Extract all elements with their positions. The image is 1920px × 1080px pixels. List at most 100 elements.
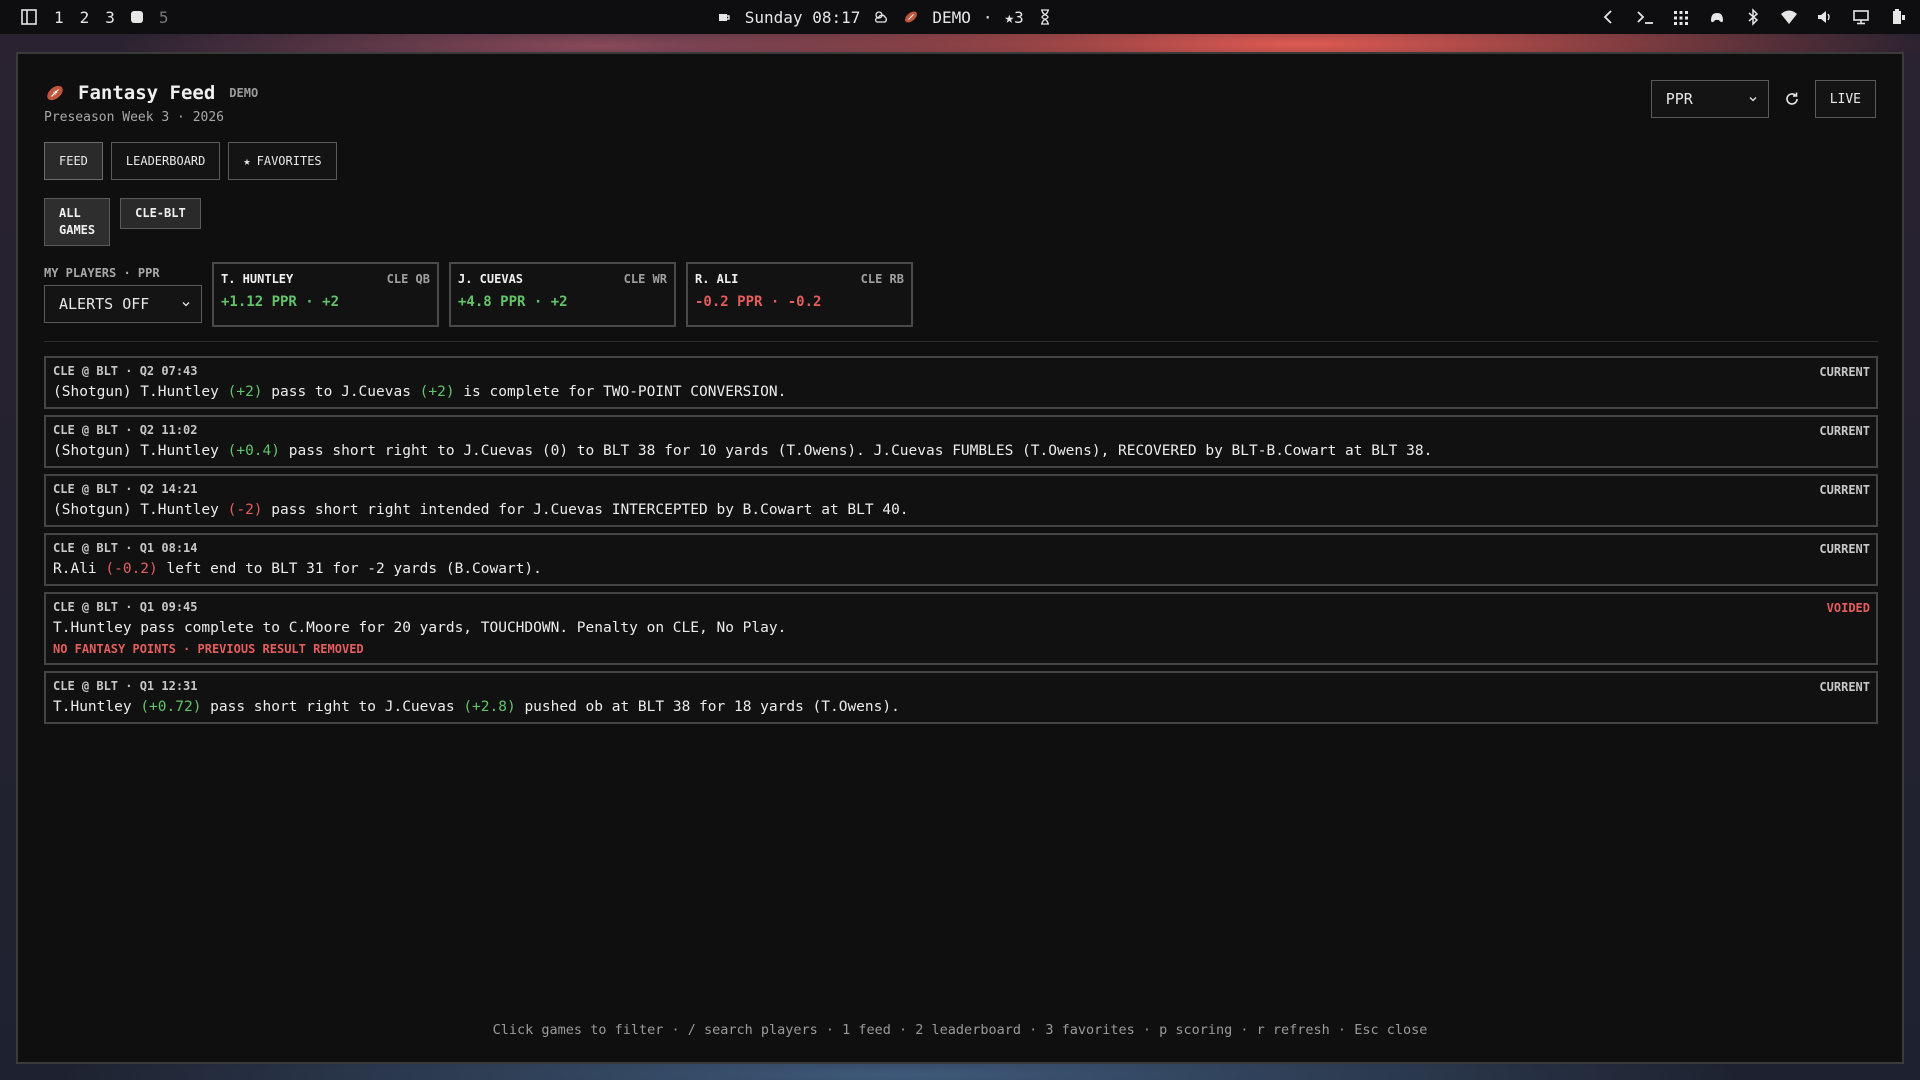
chevron-down-icon <box>182 302 190 307</box>
system-top-bar: 1 2 3 5 Sunday 08:17 DEMO · ★3 <box>0 0 1920 34</box>
live-button[interactable]: LIVE <box>1814 80 1876 118</box>
play-text-segment: pass short right intended for J.Cuevas I… <box>262 502 909 518</box>
keyboard-hints: Click games to filter · / search players… <box>492 1022 1428 1038</box>
my-players-label: MY PLAYERS · PPR <box>44 266 160 280</box>
play-card[interactable]: CLE @ BLT · Q2 11:02 CURRENT (Shotgun) T.H… <box>44 415 1878 468</box>
clock[interactable]: Sunday 08:17 <box>745 8 861 27</box>
play-description: R.Ali (-0.2) left end to BLT 31 for -2 y… <box>53 561 1869 577</box>
battery-icon[interactable] <box>1888 8 1906 26</box>
player-points: -0.2 PPR · -0.2 <box>695 294 822 310</box>
tab-leaderboard[interactable]: LEADERBOARD <box>110 142 221 180</box>
app-status-text[interactable]: DEMO <box>932 8 971 27</box>
alerts-select-value: ALERTS OFF <box>59 295 150 313</box>
divider <box>44 341 1878 342</box>
volume-icon[interactable] <box>1816 8 1834 26</box>
play-text-segment: T.Huntley <box>53 699 141 715</box>
terminal-icon[interactable] <box>1636 8 1654 26</box>
workspace-active-indicator[interactable] <box>130 11 143 23</box>
player-card-cuevas[interactable]: J. CUEVAS CLE WR +4.8 PPR · +2 <box>449 262 676 327</box>
game-filters: ALL GAMES CLE-BLT <box>44 198 201 246</box>
play-card[interactable]: CLE @ BLT · Q2 14:21 CURRENT (Shotgun) T.H… <box>44 474 1878 527</box>
refresh-icon[interactable] <box>1783 90 1801 108</box>
filter-all-games[interactable]: ALL GAMES <box>44 198 111 246</box>
chevron-left-icon[interactable] <box>1600 8 1618 26</box>
view-tabs: FEED LEADERBOARD ★ FAVORITES <box>44 142 337 180</box>
tab-favorites[interactable]: ★ FAVORITES <box>228 142 337 180</box>
window-layout-icon[interactable] <box>20 8 38 26</box>
play-text-segment: (Shotgun) T.Huntley <box>53 384 228 400</box>
topbar-center: Sunday 08:17 DEMO · ★3 <box>715 8 1054 27</box>
tab-feed-label: FEED <box>59 154 88 168</box>
play-meta: CLE @ BLT · Q2 07:43 <box>53 364 198 378</box>
workspace-5[interactable]: 5 <box>159 8 169 27</box>
play-text-segment: pushed ob at BLT 38 for 18 yards (T.Owen… <box>515 699 900 715</box>
apps-grid-icon[interactable] <box>1672 8 1690 26</box>
play-points-delta: (+0.72) <box>140 699 202 715</box>
player-team-position: CLE WR <box>623 272 667 286</box>
play-card[interactable]: CLE @ BLT · Q2 07:43 CURRENT (Shotgun) T.H… <box>44 356 1878 409</box>
play-points-delta: (-2) <box>227 502 263 518</box>
player-points: +1.12 PPR · +2 <box>221 294 340 310</box>
player-card-ali[interactable]: R. ALI CLE RB -0.2 PPR · -0.2 <box>686 262 913 327</box>
tab-feed[interactable]: FEED <box>44 142 103 180</box>
workspace-1[interactable]: 1 <box>54 8 64 27</box>
demo-badge: DEMO <box>229 86 259 100</box>
play-note: NO FANTASY POINTS · PREVIOUS RESULT REMO… <box>53 642 364 656</box>
play-points-delta: (+0.4) <box>227 443 280 459</box>
my-players-bar: MY PLAYERS · PPR ALERTS OFF T. HUNTLEY C… <box>44 262 913 327</box>
play-feed: CLE @ BLT · Q2 07:43 CURRENT (Shotgun) T.H… <box>44 356 1878 724</box>
player-card-huntley[interactable]: T. HUNTLEY CLE QB +1.12 PPR · +2 <box>212 262 439 327</box>
system-tray <box>1600 8 1906 26</box>
workspace-3[interactable]: 3 <box>105 8 115 27</box>
play-points-delta: (-0.2) <box>105 561 158 577</box>
filter-all-games-line1: ALL <box>59 206 81 220</box>
play-meta: CLE @ BLT · Q1 12:31 <box>53 679 198 693</box>
star-icon: ★ <box>243 154 251 168</box>
play-meta: CLE @ BLT · Q1 08:14 <box>53 541 198 555</box>
separator-dot: · <box>982 7 993 27</box>
wifi-icon[interactable] <box>1780 8 1798 26</box>
play-meta: CLE @ BLT · Q2 14:21 <box>53 482 198 496</box>
filter-game-cle-blt[interactable]: CLE-BLT <box>120 198 201 229</box>
player-points: +4.8 PPR · +2 <box>458 294 568 310</box>
play-status: CURRENT <box>1819 542 1870 556</box>
fantasy-feed-window: Fantasy Feed DEMO Preseason Week 3 · 202… <box>16 52 1904 1064</box>
chevron-down-icon <box>1749 97 1757 102</box>
coffee-icon <box>715 8 733 26</box>
season-subtitle: Preseason Week 3 · 2026 <box>44 110 225 125</box>
play-points-delta: (+2.8) <box>463 699 516 715</box>
workspace-2[interactable]: 2 <box>80 8 90 27</box>
play-card[interactable]: CLE @ BLT · Q1 08:14 CURRENT R.Ali (-0.2) … <box>44 533 1878 586</box>
alerts-select[interactable]: ALERTS OFF <box>44 285 202 323</box>
play-text-segment: (Shotgun) T.Huntley <box>53 502 228 518</box>
favorites-count[interactable]: ★3 <box>1005 8 1024 27</box>
display-icon[interactable] <box>1852 8 1870 26</box>
play-description: (Shotgun) T.Huntley (+2) pass to J.Cueva… <box>53 384 1869 400</box>
player-name: J. CUEVAS <box>458 272 524 286</box>
scoring-select[interactable]: PPR <box>1650 80 1769 118</box>
gamepad-icon[interactable] <box>1708 8 1726 26</box>
app-header: Fantasy Feed DEMO Preseason Week 3 · 202… <box>44 82 258 125</box>
play-text-segment: pass short right to J.Cuevas (0) to BLT … <box>280 443 1433 459</box>
player-team-position: CLE QB <box>386 272 430 286</box>
bluetooth-icon[interactable] <box>1744 8 1762 26</box>
app-title: Fantasy Feed <box>78 82 216 104</box>
play-text-segment: pass to J.Cuevas <box>262 384 420 400</box>
play-text-segment: is complete for TWO-POINT CONVERSION. <box>454 384 787 400</box>
tab-favorites-label: FAVORITES <box>256 154 322 168</box>
play-text-segment: left end to BLT 31 for -2 yards (B.Cowar… <box>157 561 542 577</box>
play-description: (Shotgun) T.Huntley (+0.4) pass short ri… <box>53 443 1869 459</box>
play-status: CURRENT <box>1819 680 1870 694</box>
play-text-segment: T.Huntley pass complete to C.Moore for 2… <box>53 620 787 636</box>
play-description: T.Huntley pass complete to C.Moore for 2… <box>53 620 1869 636</box>
football-icon <box>902 8 920 26</box>
play-points-delta: (+2) <box>227 384 263 400</box>
weather-cloud-sun-icon <box>872 8 890 26</box>
play-text-segment: R.Ali <box>53 561 106 577</box>
player-team-position: CLE RB <box>860 272 904 286</box>
play-card[interactable]: CLE @ BLT · Q1 12:31 CURRENT T.Huntley (+0… <box>44 671 1878 724</box>
player-name: T. HUNTLEY <box>221 272 294 286</box>
play-card[interactable]: CLE @ BLT · Q1 09:45 VOIDED T.Huntley pass… <box>44 592 1878 665</box>
tab-leaderboard-label: LEADERBOARD <box>125 154 206 168</box>
football-icon <box>44 82 66 104</box>
